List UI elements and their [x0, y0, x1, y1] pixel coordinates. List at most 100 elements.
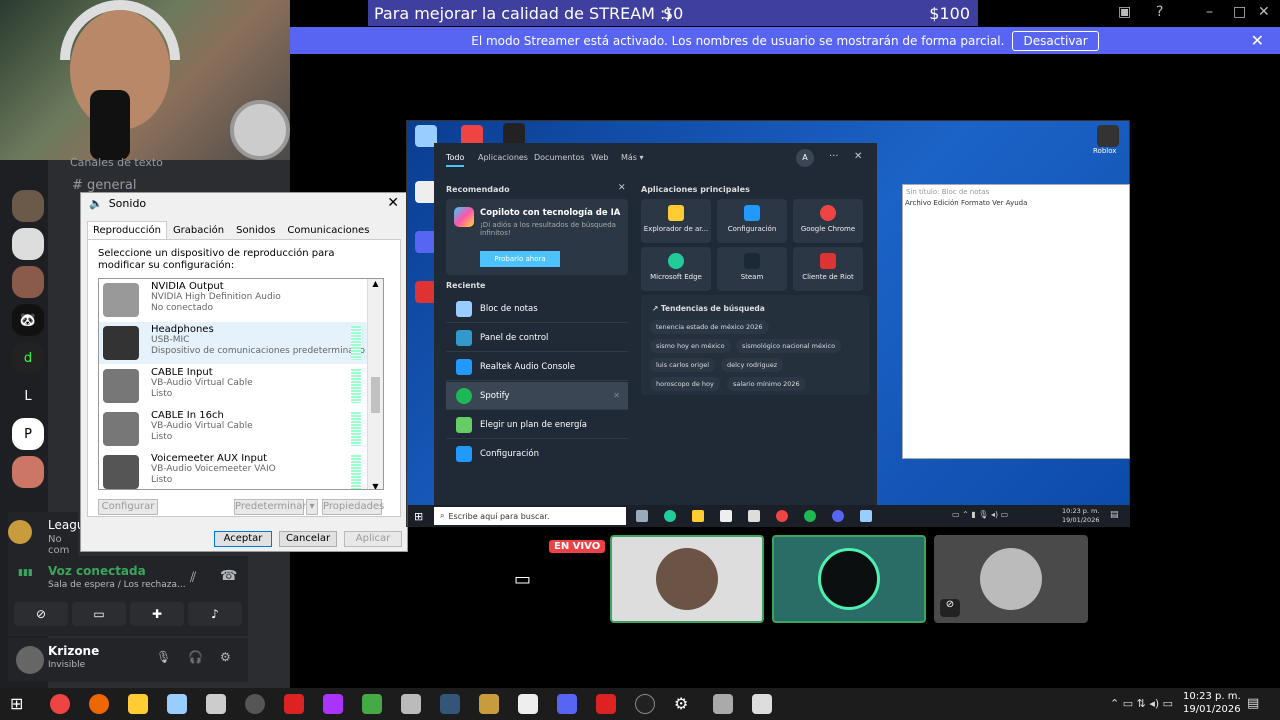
- channel-general[interactable]: # general: [72, 178, 136, 193]
- minimize-icon[interactable]: –: [1206, 4, 1213, 20]
- scroll-thumb[interactable]: [371, 377, 380, 413]
- chevron-down-icon[interactable]: ▾: [306, 499, 318, 515]
- voice-location[interactable]: Sala de espera / Los rechaza...: [48, 580, 186, 590]
- properties-button[interactable]: Propiedades: [322, 499, 384, 515]
- mic-icon[interactable]: 🎙: [156, 650, 171, 664]
- store-icon[interactable]: [720, 510, 732, 522]
- server-icon[interactable]: [12, 456, 44, 488]
- app-icon[interactable]: [713, 694, 733, 714]
- dismiss-icon[interactable]: ✕: [1251, 31, 1264, 50]
- more-icon[interactable]: ···: [829, 151, 839, 162]
- device-list[interactable]: NVIDIA Output NVIDIA High Definition Audi…: [98, 278, 384, 490]
- chrome-icon[interactable]: [776, 510, 788, 522]
- cancel-button[interactable]: Cancelar: [279, 531, 337, 547]
- recent-item[interactable]: Configuración: [446, 440, 628, 468]
- obs-icon[interactable]: [245, 694, 265, 714]
- windows-icon[interactable]: ⊞: [10, 694, 30, 714]
- activities-button[interactable]: ✚: [130, 602, 184, 626]
- soundboard-button[interactable]: ♪: [188, 602, 242, 626]
- noise-suppression-icon[interactable]: ⫽: [190, 570, 196, 586]
- mail-icon[interactable]: [748, 510, 760, 522]
- task-view-icon[interactable]: [636, 510, 648, 522]
- folder-icon[interactable]: [128, 694, 148, 714]
- capcut-icon[interactable]: [596, 694, 616, 714]
- app-icon[interactable]: [440, 694, 460, 714]
- gear-icon[interactable]: ⚙: [220, 650, 231, 664]
- server-icon[interactable]: P: [12, 418, 44, 450]
- roblox-icon[interactable]: [1097, 125, 1119, 147]
- recent-item[interactable]: Realtek Audio Console: [446, 353, 628, 381]
- participant-tile[interactable]: [610, 535, 764, 623]
- edge-icon[interactable]: [664, 510, 676, 522]
- copilot-card[interactable]: Copiloto con tecnología de IA ¡Di adiós …: [446, 199, 628, 275]
- trend-chip[interactable]: salario mínimo 2026: [727, 377, 806, 391]
- app-tile[interactable]: Cliente de Riot: [793, 247, 863, 291]
- close-icon[interactable]: ✕: [618, 183, 626, 193]
- tab-aplicaciones[interactable]: Aplicaciones: [478, 153, 528, 162]
- gear-icon[interactable]: ⚙: [674, 694, 694, 714]
- scroll-up-icon[interactable]: ▲: [368, 279, 383, 288]
- tab-sonidos[interactable]: Sonidos: [230, 221, 281, 240]
- discord-icon[interactable]: [832, 510, 844, 522]
- app-tile[interactable]: Explorador de ar...: [641, 199, 711, 243]
- trend-chip[interactable]: sismo hoy en méxico: [650, 339, 731, 353]
- tab-todo[interactable]: Todo: [446, 153, 465, 167]
- panda-icon[interactable]: 🐼: [12, 304, 44, 336]
- system-tray[interactable]: ▭ ⌃ ▮ 🎙 ◂) ▭: [952, 510, 1008, 519]
- taskbar-clock[interactable]: 10:23 p. m. 19/01/2026: [1183, 690, 1241, 716]
- list-item[interactable]: CABLE Input VB-Audio Virtual Cable Listo: [99, 365, 369, 407]
- list-item[interactable]: Voicemeeter AUX Input VB-Audio Voicemeete…: [99, 451, 369, 489]
- discord-icon[interactable]: [557, 694, 577, 714]
- user-avatar[interactable]: A: [796, 149, 814, 167]
- app-icon[interactable]: [401, 694, 421, 714]
- capcut-icon[interactable]: [284, 694, 304, 714]
- remove-icon[interactable]: ✕: [613, 391, 620, 400]
- tab-mas[interactable]: Más ▾: [621, 153, 644, 162]
- close-icon[interactable]: ✕: [1258, 4, 1270, 20]
- app-icon[interactable]: [206, 694, 226, 714]
- list-item[interactable]: CABLE In 16ch VB-Audio Virtual Cable Listo: [99, 408, 369, 450]
- tab-web[interactable]: Web: [591, 153, 608, 162]
- user-status[interactable]: Invisible: [48, 660, 85, 670]
- app-tile[interactable]: Google Chrome: [793, 199, 863, 243]
- app-tile[interactable]: Configuración: [717, 199, 787, 243]
- participant-tile[interactable]: ⊘: [934, 535, 1088, 623]
- camera-off-button[interactable]: ⊘: [14, 602, 68, 626]
- server-icon[interactable]: d: [12, 342, 44, 374]
- help-icon[interactable]: ?: [1156, 4, 1163, 20]
- league-icon[interactable]: [479, 694, 499, 714]
- close-icon[interactable]: ✕: [854, 151, 862, 162]
- signal-icon[interactable]: ▮▮▮: [18, 568, 33, 578]
- maximize-icon[interactable]: □: [1233, 4, 1246, 20]
- notifications-icon[interactable]: ▤: [1110, 510, 1119, 520]
- deactivate-button[interactable]: Desactivar: [1012, 30, 1099, 51]
- recent-item[interactable]: Elegir un plan de energía: [446, 411, 628, 439]
- app-icon[interactable]: [518, 694, 538, 714]
- spotify-icon[interactable]: [804, 510, 816, 522]
- recent-item[interactable]: Bloc de notas: [446, 295, 628, 323]
- screen-share-button[interactable]: ▭: [72, 602, 126, 626]
- media-player-icon[interactable]: [635, 694, 655, 714]
- trend-chip[interactable]: delcy rodriguez: [721, 358, 784, 372]
- headset-icon[interactable]: 🎧: [188, 650, 203, 664]
- close-icon[interactable]: ✕: [387, 195, 399, 211]
- tab-grabacion[interactable]: Grabación: [167, 221, 230, 240]
- tab-documentos[interactable]: Documentos: [534, 153, 585, 162]
- server-icon[interactable]: [12, 266, 44, 298]
- server-icon[interactable]: [12, 190, 44, 222]
- notepad-icon[interactable]: [860, 510, 872, 522]
- app-icon[interactable]: [362, 694, 382, 714]
- set-default-button[interactable]: Predeterminar: [234, 499, 307, 515]
- inbox-icon[interactable]: ▣: [1118, 4, 1131, 20]
- remote-clock[interactable]: 10:23 p. m. 19/01/2026: [1062, 507, 1099, 525]
- notepad-menu[interactable]: Archivo Edición Formato Ver Ayuda: [903, 199, 1129, 207]
- opera-icon[interactable]: [89, 694, 109, 714]
- folder-icon[interactable]: [692, 510, 704, 522]
- app-tile[interactable]: Steam: [717, 247, 787, 291]
- notepad-icon[interactable]: [167, 694, 187, 714]
- trend-chip[interactable]: luis carlos origel: [650, 358, 716, 372]
- notifications-icon[interactable]: ▤: [1247, 696, 1259, 711]
- list-item[interactable]: Headphones USB-MIC Dispositivo de comunica…: [99, 322, 369, 364]
- accept-button[interactable]: Aceptar: [214, 531, 272, 547]
- try-now-button[interactable]: Probarlo ahora: [480, 251, 560, 267]
